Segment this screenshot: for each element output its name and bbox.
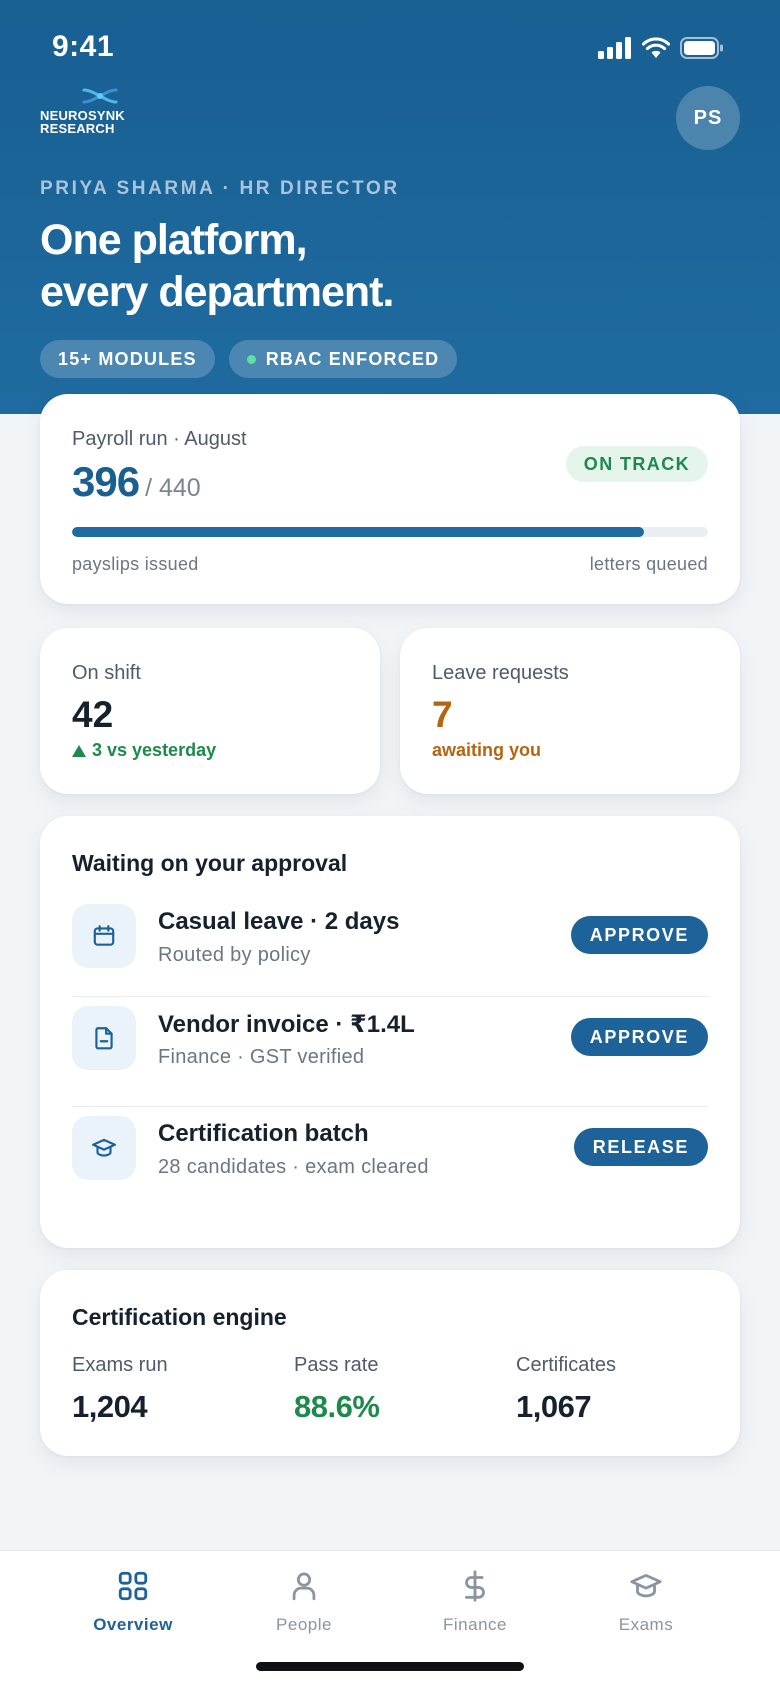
- payroll-issued-count: 396: [72, 458, 140, 505]
- metric-value: 88.6%: [294, 1389, 380, 1424]
- approval-item-leave[interactable]: Casual leave · 2 days Routed by policy A…: [72, 904, 708, 1014]
- payroll-progress-bar: [72, 527, 708, 537]
- on-shift-label: On shift: [72, 662, 141, 684]
- graduation-cap-icon: [630, 1573, 662, 1598]
- on-shift-trend-text: 3 vs yesterday: [92, 740, 217, 760]
- leave-requests-sub: awaiting you: [432, 740, 542, 760]
- payroll-title: Payroll run · August: [72, 428, 247, 450]
- approval-subtitle: 28 candidates · exam cleared: [158, 1156, 429, 1178]
- status-dot-icon: [246, 354, 256, 364]
- tab-finance[interactable]: Finance: [400, 1569, 550, 1635]
- user-avatar[interactable]: PS: [676, 86, 740, 150]
- approval-item-invoice[interactable]: Vendor invoice · ₹1.4L Finance · GST ver…: [72, 1006, 708, 1116]
- leave-requests-card[interactable]: Leave requests 7 awaiting you: [400, 628, 740, 794]
- chip-modules: 15+ MODULES: [40, 340, 215, 378]
- approval-subtitle: Routed by policy: [158, 944, 311, 966]
- payroll-count: 396 / 440: [72, 458, 201, 506]
- approve-leave-button[interactable]: APPROVE: [570, 916, 708, 954]
- on-shift-trend: 3 vs yesterday: [72, 740, 216, 761]
- hero-chips: 15+ MODULES RBAC ENFORCED: [40, 340, 458, 378]
- avatar-initials: PS: [693, 106, 723, 129]
- user-role-line: PRIYA SHARMA · HR DIRECTOR: [40, 178, 400, 199]
- metric-exams-run: Exams run 1,204: [72, 1354, 168, 1425]
- certification-title: Certification engine: [72, 1304, 287, 1330]
- on-shift-value: 42: [72, 694, 114, 735]
- brand-name-line2: RESEARCH: [40, 121, 115, 136]
- progress-right-label: letters queued: [589, 554, 708, 574]
- approval-title: Vendor invoice · ₹1.4L: [158, 1011, 415, 1038]
- dollar-icon: [465, 1570, 485, 1602]
- metric-label: Certificates: [516, 1354, 617, 1376]
- calendar-icon: [93, 925, 115, 946]
- on-shift-card[interactable]: On shift 42 3 vs yesterday: [40, 628, 380, 794]
- trend-up-icon: [72, 744, 86, 757]
- headline-line-1: One platform,: [40, 216, 308, 264]
- brand-logo: NEUROSYNK RESEARCH: [38, 86, 168, 144]
- tab-overview[interactable]: Overview: [58, 1569, 208, 1635]
- approval-subtitle: Finance · GST verified: [158, 1046, 365, 1068]
- payroll-total-count: / 440: [145, 474, 201, 502]
- metric-pass-rate: Pass rate 88.6%: [294, 1354, 380, 1425]
- grid-icon: [118, 1571, 148, 1601]
- tab-people[interactable]: People: [229, 1569, 379, 1635]
- tab-label: People: [276, 1615, 332, 1634]
- metric-value: 1,204: [72, 1389, 148, 1424]
- certification-engine-card[interactable]: Certification engine Exams run 1,204 Pas…: [40, 1270, 740, 1456]
- document-icon: [95, 1027, 113, 1050]
- status-time: 9:41: [52, 30, 115, 63]
- status-icons: [598, 36, 724, 60]
- wifi-icon: [642, 37, 670, 58]
- person-icon: [292, 1572, 316, 1601]
- progress-left-label: payslips issued: [72, 554, 199, 574]
- approvals-title: Waiting on your approval: [72, 850, 348, 876]
- metric-label: Pass rate: [294, 1354, 379, 1376]
- headline-line-2: every department.: [40, 268, 394, 316]
- metric-certificates: Certificates 1,067: [516, 1354, 616, 1425]
- logo-mark-icon: [82, 88, 118, 104]
- hero-header: 9:41 NEUROSYNK RESEARCH PS PRIYA SHARMA …: [0, 0, 780, 414]
- leave-requests-label: Leave requests: [432, 662, 569, 684]
- approval-item-certification[interactable]: Certification batch 28 candidates · exam…: [72, 1116, 708, 1226]
- leave-requests-value: 7: [432, 694, 453, 735]
- tab-label: Exams: [618, 1615, 674, 1634]
- divider: [72, 1106, 708, 1107]
- status-bar: 9:41: [0, 0, 780, 94]
- metric-value: 1,067: [516, 1389, 592, 1424]
- status-badge: ON TRACK: [565, 446, 708, 482]
- approval-icon-container: [72, 1006, 136, 1070]
- metric-label: Exams run: [72, 1354, 168, 1376]
- page-headline: One platform, every department.: [40, 214, 680, 318]
- divider: [72, 996, 708, 997]
- approvals-card: Waiting on your approval Casual leave · …: [40, 816, 740, 1248]
- approve-invoice-button[interactable]: APPROVE: [570, 1018, 708, 1056]
- payroll-card[interactable]: Payroll run · August 396 / 440 ON TRACK …: [40, 394, 740, 604]
- approval-title: Casual leave · 2 days: [158, 908, 400, 935]
- approval-icon-container: [72, 904, 136, 968]
- home-indicator: [256, 1662, 524, 1671]
- chip-modules-label: 15+ MODULES: [58, 348, 197, 369]
- chip-rbac: RBAC ENFORCED: [228, 340, 458, 378]
- payroll-progress-fill: [72, 527, 645, 537]
- tab-exams[interactable]: Exams: [571, 1569, 721, 1635]
- tab-label: Overview: [93, 1615, 173, 1634]
- battery-icon: [680, 37, 723, 59]
- graduation-cap-icon: [92, 1138, 116, 1157]
- approval-icon-container: [72, 1116, 136, 1180]
- release-certification-button[interactable]: RELEASE: [573, 1128, 708, 1166]
- approval-title: Certification batch: [158, 1120, 369, 1147]
- chip-rbac-label: RBAC ENFORCED: [265, 348, 440, 369]
- tab-label: Finance: [443, 1615, 507, 1634]
- cellular-signal-icon: [598, 37, 631, 59]
